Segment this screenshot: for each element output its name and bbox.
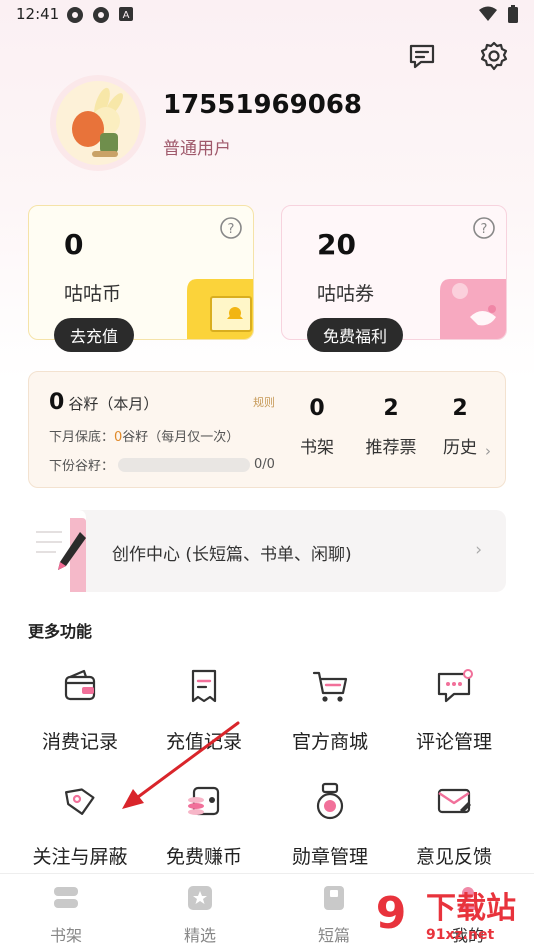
watermark-domain: 91xz.net — [426, 927, 495, 943]
stat-history[interactable]: 2 历史 — [435, 396, 485, 458]
coins-value: 0 — [64, 228, 84, 261]
cart-icon — [312, 671, 348, 702]
grain-value: 0 — [49, 390, 65, 415]
stat-value: 2 — [383, 396, 399, 421]
create-center-label: 创作中心 (长短篇、书单、闲聊) — [112, 545, 352, 565]
user-phone: 17551969068 — [163, 90, 362, 120]
recharge-button[interactable]: 去充值 — [54, 318, 135, 352]
stat-value: 0 — [309, 396, 325, 421]
receipt-icon — [191, 669, 217, 703]
stat-label: 历史 — [443, 438, 477, 458]
gear-icon — [480, 41, 508, 71]
grain-card: 0 谷籽（本月） 规则 下月保底：0谷籽（每月仅一次） 下份谷籽： 0/0 0 书… — [28, 371, 506, 488]
nav-bookshelf[interactable]: 书架 — [26, 884, 106, 946]
create-center-card[interactable]: 创作中心 (长短篇、书单、闲聊) › — [26, 510, 506, 592]
coins-icon — [188, 786, 220, 816]
grain-guarantee-suffix: 谷籽（每月仅一次） — [122, 430, 240, 445]
func-recharge-records[interactable]: 充值记录 — [144, 667, 264, 754]
stat-label: 推荐票 — [365, 438, 417, 458]
grain-rule-link[interactable]: 规则 — [253, 394, 275, 410]
nav-featured[interactable]: 精选 — [160, 884, 240, 946]
comment-icon — [437, 669, 473, 703]
coins-label: 咕咕币 — [64, 283, 122, 305]
watermark-title: 下载站 — [426, 891, 516, 926]
tag-icon — [64, 788, 95, 815]
grain-guarantee-prefix: 下月保底： — [49, 430, 115, 445]
feedback-icon — [437, 788, 471, 814]
svg-text:A: A — [123, 10, 130, 21]
wallet-icon — [64, 669, 96, 701]
func-label: 勋章管理 — [291, 846, 368, 868]
message-icon — [409, 44, 435, 69]
grain-title-suffix: 谷籽（本月） — [68, 395, 159, 413]
grain-title: 0 谷籽（本月） — [49, 390, 158, 415]
coin-card-illustration — [187, 279, 253, 339]
nav-label: 书架 — [49, 926, 82, 945]
func-label: 关注与屏蔽 — [32, 846, 128, 868]
func-medal-management[interactable]: 勋章管理 — [270, 782, 390, 869]
star-icon — [188, 886, 212, 910]
vouchers-value: 20 — [317, 228, 356, 261]
func-label: 意见反馈 — [415, 846, 492, 868]
help-icon[interactable]: ? — [472, 216, 496, 240]
func-label: 充值记录 — [165, 731, 242, 753]
grain-next-progress: 0/0 — [254, 457, 275, 472]
func-label: 评论管理 — [415, 731, 492, 753]
grain-progress-bar — [118, 457, 251, 472]
grain-guarantee: 下月保底：0谷籽（每月仅一次） — [49, 426, 239, 445]
func-label: 免费赚币 — [165, 846, 242, 868]
settings-button[interactable] — [478, 40, 510, 72]
battery-icon — [508, 5, 518, 23]
func-official-store[interactable]: 官方商城 — [270, 667, 390, 754]
status-system-icons — [478, 5, 518, 23]
voucher-card-illustration — [440, 279, 506, 339]
status-time: 12:41 — [16, 5, 60, 23]
pen-book-icon — [26, 510, 86, 592]
free-benefits-button[interactable]: 免费福利 — [307, 318, 404, 352]
func-earn-free-coins[interactable]: 免费赚币 — [144, 782, 264, 869]
grain-next-prefix: 下份谷籽： — [49, 459, 115, 474]
top-actions — [406, 40, 510, 72]
stat-value: 2 — [452, 396, 468, 421]
nav-label: 精选 — [183, 926, 216, 945]
watermark: 9 下载站 91xz.net — [360, 880, 530, 946]
status-notification-icons: A — [66, 6, 134, 24]
func-feedback[interactable]: 意见反馈 — [394, 782, 514, 869]
stat-recommend-votes[interactable]: 2 推荐票 — [357, 396, 425, 458]
settings-icon — [93, 7, 109, 23]
user-level: 普通用户 — [163, 139, 231, 159]
book-icon — [324, 886, 344, 910]
func-label: 消费记录 — [41, 731, 118, 753]
help-icon[interactable]: ? — [219, 216, 243, 240]
grain-next: 下份谷籽： 0/0 — [49, 455, 275, 474]
watermark-logo-text: 9 — [376, 888, 407, 939]
watermark-text: 下载站 91xz.net — [426, 883, 516, 943]
chevron-right-icon: › — [485, 442, 491, 460]
wifi-icon — [479, 6, 497, 21]
func-follow-and-block[interactable]: 关注与屏蔽 — [20, 782, 140, 869]
func-consumption-records[interactable]: 消费记录 — [20, 667, 140, 754]
func-label: 官方商城 — [291, 731, 368, 753]
settings-icon — [67, 7, 83, 23]
svg-text:?: ? — [481, 222, 488, 237]
vouchers-label: 咕咕券 — [317, 283, 375, 305]
svg-text:?: ? — [228, 222, 235, 237]
a-icon: A — [119, 7, 133, 21]
avatar-image — [72, 87, 124, 157]
message-button[interactable] — [406, 40, 438, 72]
watermark-logo: 9 — [362, 884, 420, 942]
stat-label: 书架 — [300, 438, 334, 458]
status-bar: 12:41 A — [0, 0, 534, 30]
medal-icon — [316, 782, 344, 820]
avatar[interactable] — [50, 75, 146, 171]
chevron-right-icon: › — [475, 540, 482, 560]
bookshelf-icon — [54, 887, 78, 908]
func-comment-management[interactable]: 评论管理 — [394, 667, 514, 754]
stat-bookshelf[interactable]: 0 书架 — [287, 396, 347, 458]
more-functions-title: 更多功能 — [28, 622, 93, 641]
